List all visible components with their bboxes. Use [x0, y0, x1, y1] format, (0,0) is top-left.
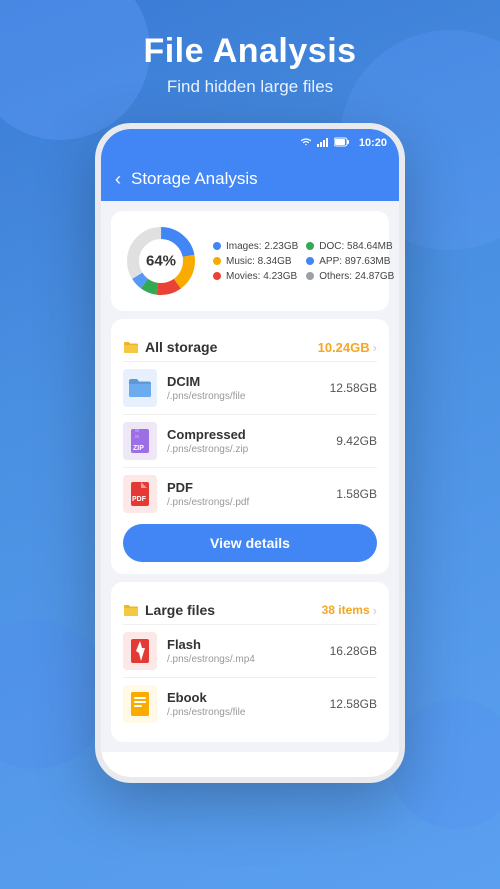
flash-path: /.pns/estrongs/.mp4 — [167, 654, 320, 665]
legend-music-label: Music: 8.34GB — [226, 256, 292, 267]
legend-music: Music: 8.34GB — [213, 256, 298, 267]
pdf-path: /.pns/estrongs/.pdf — [167, 497, 326, 508]
page-subtitle: Find hidden large files — [0, 77, 500, 97]
file-item-ebook[interactable]: Ebook /.pns/estrongs/file 12.58GB — [123, 677, 377, 730]
pdf-name: PDF — [167, 480, 326, 495]
flash-name: Flash — [167, 637, 320, 652]
large-files-title: Large files — [145, 602, 215, 618]
dcim-folder-icon — [123, 369, 157, 407]
donut-percentage: 64% — [146, 253, 176, 270]
pdf-icon: PDF — [123, 475, 157, 513]
legend-dot-others — [306, 272, 314, 280]
all-storage-title: All storage — [145, 339, 217, 355]
legend-images-label: Images: 2.23GB — [226, 241, 298, 252]
ebook-name: Ebook — [167, 690, 320, 705]
zip-svg: ZIP — [129, 428, 151, 454]
chart-card: 64% Images: 2.23GB DOC: 584.64MB — [111, 211, 389, 311]
back-button[interactable]: ‹ — [115, 169, 121, 190]
compressed-path: /.pns/estrongs/.zip — [167, 444, 326, 455]
legend-doc: DOC: 584.64MB — [306, 241, 394, 252]
compressed-icon: ZIP — [123, 422, 157, 460]
content-area: 64% Images: 2.23GB DOC: 584.64MB — [101, 201, 399, 752]
all-storage-left: All storage — [123, 339, 217, 355]
file-item-compressed[interactable]: ZIP Compressed /.pns/estrongs/.zip 9.42G… — [123, 414, 377, 467]
status-icons: 10:20 — [300, 137, 387, 150]
dcim-size: 12.58GB — [330, 381, 377, 395]
flash-info: Flash /.pns/estrongs/.mp4 — [167, 637, 320, 665]
battery-icon — [334, 137, 350, 150]
pdf-info: PDF /.pns/estrongs/.pdf — [167, 480, 326, 508]
status-time: 10:20 — [359, 137, 387, 149]
legend-movies: Movies: 4.23GB — [213, 271, 298, 282]
all-storage-header: All storage 10.24GB › — [123, 331, 377, 361]
all-storage-value: 10.24GB — [318, 340, 370, 355]
file-item-flash[interactable]: Flash /.pns/estrongs/.mp4 16.28GB — [123, 624, 377, 677]
legend-app-label: APP: 897.63MB — [319, 256, 390, 267]
dcim-name: DCIM — [167, 374, 320, 389]
large-files-right[interactable]: 38 items › — [322, 603, 377, 618]
dcim-info: DCIM /.pns/estrongs/file — [167, 374, 320, 402]
file-item-dcim[interactable]: DCIM /.pns/estrongs/file 12.58GB — [123, 361, 377, 414]
legend-dot-images — [213, 242, 221, 250]
svg-text:ZIP: ZIP — [133, 445, 144, 452]
ebook-svg — [129, 691, 151, 717]
all-storage-card: All storage 10.24GB › — [111, 319, 389, 574]
ebook-path: /.pns/estrongs/file — [167, 707, 320, 718]
pdf-size: 1.58GB — [336, 487, 377, 501]
legend-grid: Images: 2.23GB DOC: 584.64MB Music: 8.34… — [213, 241, 394, 282]
flash-svg — [129, 638, 151, 664]
chart-row: 64% Images: 2.23GB DOC: 584.64MB — [123, 223, 377, 299]
flash-size: 16.28GB — [330, 644, 377, 658]
ebook-icon — [123, 685, 157, 723]
status-bar: 10:20 — [101, 129, 399, 157]
large-files-folder-icon — [123, 603, 139, 617]
donut-chart: 64% — [123, 223, 199, 299]
large-files-header: Large files 38 items › — [123, 594, 377, 624]
large-files-card: Large files 38 items › — [111, 582, 389, 742]
phone-mockup: 10:20 ‹ Storage Analysis — [0, 123, 500, 783]
legend-dot-music — [213, 257, 221, 265]
legend-doc-label: DOC: 584.64MB — [319, 241, 392, 252]
top-bar-title: Storage Analysis — [131, 169, 258, 189]
phone-body: 10:20 ‹ Storage Analysis — [95, 123, 405, 783]
large-files-left: Large files — [123, 602, 215, 618]
page-title: File Analysis — [0, 32, 500, 71]
top-bar: ‹ Storage Analysis — [101, 157, 399, 201]
legend-others-label: Others: 24.87GB — [319, 271, 394, 282]
all-storage-right[interactable]: 10.24GB › — [318, 340, 377, 355]
ebook-info: Ebook /.pns/estrongs/file — [167, 690, 320, 718]
legend-dot-app — [306, 257, 314, 265]
legend-movies-label: Movies: 4.23GB — [226, 271, 297, 282]
file-item-pdf[interactable]: PDF PDF /.pns/estrongs/.pdf 1.58GB — [123, 467, 377, 520]
large-files-badge: 38 items — [322, 603, 370, 617]
legend-others: Others: 24.87GB — [306, 271, 394, 282]
signal-icon — [317, 137, 329, 150]
header: File Analysis Find hidden large files — [0, 0, 500, 113]
legend-app: APP: 897.63MB — [306, 256, 394, 267]
storage-folder-icon — [123, 340, 139, 354]
folder-svg-dcim — [128, 378, 152, 398]
compressed-size: 9.42GB — [336, 434, 377, 448]
view-details-button[interactable]: View details — [123, 524, 377, 562]
svg-text:PDF: PDF — [132, 496, 147, 503]
legend-dot-doc — [306, 242, 314, 250]
compressed-name: Compressed — [167, 427, 326, 442]
flash-icon — [123, 632, 157, 670]
ebook-size: 12.58GB — [330, 697, 377, 711]
wifi-icon — [300, 137, 312, 150]
pdf-svg: PDF — [129, 481, 151, 507]
compressed-info: Compressed /.pns/estrongs/.zip — [167, 427, 326, 455]
all-storage-chevron: › — [373, 340, 377, 355]
large-files-chevron: › — [373, 603, 377, 618]
dcim-path: /.pns/estrongs/file — [167, 391, 320, 402]
legend-dot-movies — [213, 272, 221, 280]
legend-images: Images: 2.23GB — [213, 241, 298, 252]
